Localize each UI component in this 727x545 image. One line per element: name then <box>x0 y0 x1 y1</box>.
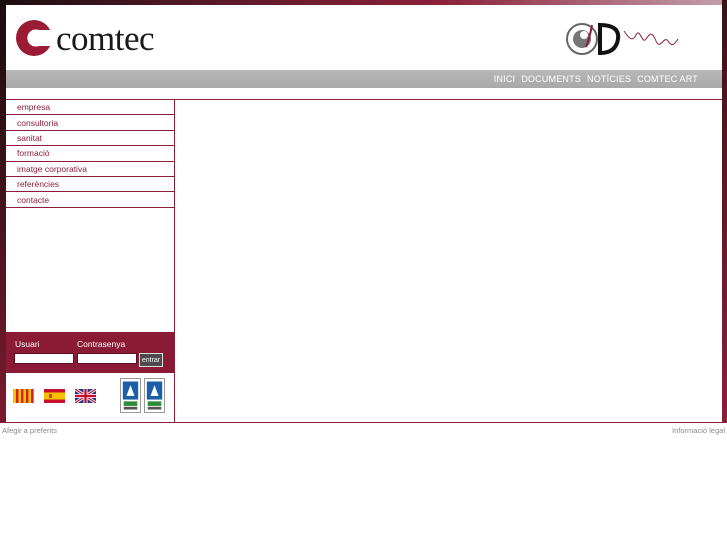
sidebar-item-referencies[interactable]: referències <box>6 177 174 193</box>
language-selector <box>13 389 96 403</box>
nav-documents[interactable]: DOCUMENTS <box>521 74 581 84</box>
top-nav: INICI DOCUMENTS NOTÍCIES COMTEC ART <box>6 70 722 88</box>
uk-flag-icon[interactable] <box>75 389 96 403</box>
sidebar-menu: empresa consultoria sanitat formació ima… <box>6 100 174 208</box>
user-input[interactable] <box>14 353 74 364</box>
dnv-cert-icon <box>120 378 141 413</box>
nav-inici[interactable]: INICI <box>494 74 516 84</box>
legal-info-link[interactable]: Informació legal <box>672 426 725 435</box>
password-input[interactable] <box>77 353 137 364</box>
nav-comtec-art[interactable]: COMTEC ART <box>637 74 698 84</box>
comtec-logo[interactable]: comtec <box>16 18 155 58</box>
footer-divider <box>0 422 727 423</box>
sidebar-item-formacio[interactable]: formació <box>6 146 174 162</box>
main-content <box>175 100 722 422</box>
catalan-flag-icon[interactable] <box>13 389 34 403</box>
add-favorites-link[interactable]: Afegir a preferits <box>2 426 57 435</box>
sidebar-item-empresa[interactable]: empresa <box>6 100 174 116</box>
header: comtec <box>6 5 722 70</box>
brand-name: comtec <box>56 18 155 58</box>
sidebar-item-imatge-corporativa[interactable]: imatge corporativa <box>6 162 174 177</box>
right-border <box>722 0 727 422</box>
spanish-flag-icon[interactable] <box>44 389 65 403</box>
nav-spacer <box>6 88 722 99</box>
login-submit-button[interactable]: entrar <box>139 353 163 367</box>
sidebar-item-sanitat[interactable]: sanitat <box>6 131 174 147</box>
dnv-cert-icon <box>144 378 165 413</box>
password-label: Contrasenya <box>77 339 126 349</box>
comtec-art-logo-icon <box>566 22 679 56</box>
sidebar-item-contacte[interactable]: contacte <box>6 192 174 208</box>
nav-noticies[interactable]: NOTÍCIES <box>587 74 631 84</box>
sidebar: empresa consultoria sanitat formació ima… <box>6 100 174 422</box>
comtec-logo-icon <box>16 20 54 56</box>
certifications <box>120 378 165 413</box>
sidebar-item-consultoria[interactable]: consultoria <box>6 115 174 131</box>
user-label: Usuari <box>15 339 40 349</box>
login-panel: Usuari Contrasenya entrar <box>6 332 174 373</box>
